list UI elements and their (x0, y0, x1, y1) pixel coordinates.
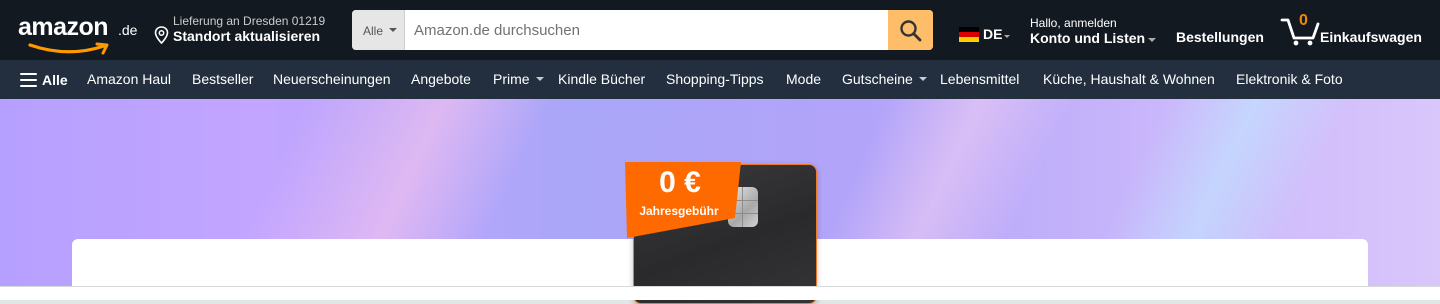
nav-item-gutscheine-label: Gutscheine (842, 71, 913, 87)
account-label: Konto und Listen (1030, 30, 1146, 46)
nav-item-gutscheine[interactable]: Gutscheine (842, 71, 927, 87)
nav-item-amazon-haul[interactable]: Amazon Haul (87, 71, 171, 87)
delivery-line-1: Lieferung an Dresden 01219 (173, 14, 326, 28)
search-button[interactable] (888, 10, 933, 50)
nav-item-angebote[interactable]: Angebote (411, 71, 471, 87)
account-greeting: Hallo, anmelden (1030, 16, 1117, 30)
nav-item-kindle-buecher[interactable]: Kindle Bücher (558, 71, 645, 87)
nav-item-bestseller[interactable]: Bestseller (192, 71, 253, 87)
chevron-down-icon (389, 28, 397, 32)
nav-item-prime-label: Prime (493, 71, 530, 87)
nav-item-prime[interactable]: Prime (493, 71, 544, 87)
zero-fee-badge: 0 € Jahresgebühr (623, 160, 743, 242)
nav-item-neuerscheinungen[interactable]: Neuerscheinungen (273, 71, 391, 87)
badge-amount: 0 € (659, 166, 701, 199)
nav-item-lebensmittel[interactable]: Lebensmittel (940, 71, 1019, 87)
language-code: DE (983, 26, 1003, 42)
delivery-line-2: Standort aktualisieren (173, 28, 321, 44)
nav-item-mode[interactable]: Mode (786, 71, 821, 87)
page-bottom-strip (0, 286, 1440, 300)
secondary-nav: Alle Amazon Haul Bestseller Neuerscheinu… (0, 60, 1440, 99)
nav-item-shopping-tipps[interactable]: Shopping-Tipps (666, 71, 764, 87)
badge-text: Jahresgebühr (639, 204, 719, 218)
smile-arrow-icon (28, 42, 109, 55)
cart-button[interactable]: 0 Einkaufswagen (1280, 12, 1425, 48)
chevron-down-icon (1148, 38, 1156, 42)
cart-count: 0 (1299, 12, 1308, 29)
search-icon (900, 20, 922, 42)
search-bar: Alle (352, 10, 933, 50)
chevron-down-icon (918, 77, 927, 81)
divider (0, 286, 1440, 287)
search-scope-label: Alle (363, 24, 384, 38)
logo-tld: .de (118, 22, 138, 38)
nav-item-elektronik-foto[interactable]: Elektronik & Foto (1236, 71, 1343, 87)
chevron-down-icon (1004, 35, 1010, 38)
nav-item-kueche-haushalt-wohnen[interactable]: Küche, Haushalt & Wohnen (1043, 71, 1215, 87)
search-input[interactable] (405, 10, 888, 50)
logo-word: amazon (18, 13, 109, 41)
cart-label: Einkaufswagen (1320, 29, 1422, 45)
orders-link[interactable]: Bestellungen (1176, 29, 1264, 45)
search-scope-dropdown[interactable]: Alle (352, 10, 405, 50)
germany-flag-icon (959, 27, 979, 42)
delivery-location[interactable]: Lieferung an Dresden 01219 Standort aktu… (154, 14, 339, 48)
amazon-logo[interactable]: amazon .de (18, 12, 138, 55)
account-and-lists[interactable]: Hallo, anmelden Konto und Listen (1030, 16, 1160, 48)
top-nav: amazon .de Lieferung an Dresden 01219 St… (0, 0, 1440, 60)
all-menu-label: Alle (42, 72, 68, 88)
hamburger-menu-icon (20, 73, 37, 87)
chevron-down-icon (535, 77, 544, 81)
location-pin-icon (154, 26, 169, 44)
